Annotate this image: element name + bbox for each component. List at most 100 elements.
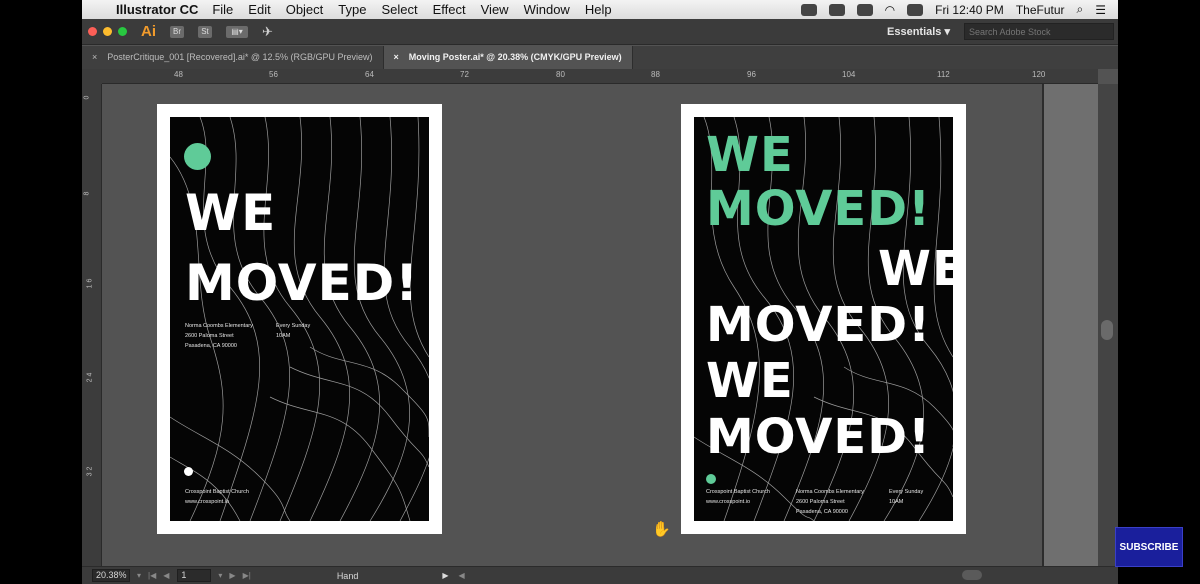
app-name-menu[interactable]: Illustrator CC: [116, 2, 198, 17]
topographic-contours: [170, 117, 429, 521]
subscribe-button[interactable]: SUBSCRIBE: [1115, 527, 1183, 567]
notification-center-icon[interactable]: ☰: [1095, 3, 1106, 17]
menu-file[interactable]: File: [212, 2, 233, 17]
hand-cursor-icon: ✋: [652, 521, 671, 538]
minimize-window-button[interactable]: [103, 27, 112, 36]
wifi-icon[interactable]: ◠: [885, 3, 895, 17]
artboard-right[interactable]: WE MOVED! WE MOVED! WE MOVED! Crosspoint…: [681, 104, 966, 534]
ruler-tick-label: 120: [1032, 70, 1046, 79]
illustrator-logo: Ai: [141, 23, 156, 40]
stock-button[interactable]: St: [198, 25, 212, 38]
info-line: Pasadena, CA 90000: [185, 343, 237, 349]
headline-we: WE: [185, 184, 277, 242]
tab-moving-poster[interactable]: × Moving Poster.ai* @ 20.38% (CMYK/GPU P…: [383, 46, 633, 69]
menu-edit[interactable]: Edit: [248, 2, 270, 17]
battery-icon[interactable]: [907, 3, 924, 16]
menu-extras: ◠ Fri 12:40 PM TheFutur ⌕ ☰: [800, 2, 1118, 17]
airplay-icon[interactable]: [856, 3, 873, 16]
workspace-label: Essentials: [887, 26, 942, 38]
artboard-dropdown-icon[interactable]: ▾: [218, 571, 222, 580]
user-name[interactable]: TheFutur: [1016, 3, 1065, 17]
menu-object[interactable]: Object: [286, 2, 324, 17]
menu-help[interactable]: Help: [585, 2, 612, 17]
spotlight-search-icon[interactable]: ⌕: [1077, 2, 1084, 17]
footer-church: Crosspoint Baptist Church www.crosspoint…: [185, 487, 249, 507]
arrange-documents-button[interactable]: ▤▾: [226, 25, 248, 38]
stock-search-input[interactable]: [964, 23, 1114, 40]
close-window-button[interactable]: [88, 27, 97, 36]
artboard-left[interactable]: WE MOVED! Norma Coombs Elementary 2600 P…: [157, 104, 442, 534]
info-column-location: Norma Coombs Elementary 2600 Paloma Stre…: [185, 321, 253, 351]
bridge-button[interactable]: Br: [170, 25, 184, 38]
menu-effect[interactable]: Effect: [433, 2, 466, 17]
status-menu-icon[interactable]: ▶: [442, 571, 448, 580]
footer-line: www.crosspoint.io: [706, 499, 751, 505]
creative-cloud-icon[interactable]: [800, 3, 817, 16]
ruler-origin[interactable]: [82, 69, 102, 84]
close-tab-icon[interactable]: ×: [394, 46, 399, 69]
pasteboard-edge: [1042, 84, 1098, 566]
ruler-tick-label: 72: [460, 70, 469, 79]
info-column-time: Every Sunday 10AM: [276, 321, 310, 341]
footer-line: Norma Coombs Elementary: [796, 489, 864, 495]
zoom-field[interactable]: 20.38%: [92, 569, 130, 582]
current-tool-label: Hand: [336, 570, 359, 581]
gpu-performance-icon[interactable]: ✈: [262, 24, 273, 40]
footer-time: Every Sunday 10AM: [889, 487, 923, 507]
zoom-window-button[interactable]: [118, 27, 127, 36]
green-dot: [184, 143, 211, 170]
ruler-tick-label: 3 2: [86, 466, 94, 477]
headline-moved: MOVED!: [185, 254, 420, 312]
footer-line: Every Sunday: [889, 489, 924, 495]
ruler-tick-label: 88: [651, 70, 660, 79]
application-bar: Ai Br St ▤▾ ✈ Essentials ▾: [82, 19, 1118, 45]
last-artboard-icon[interactable]: ▶|: [243, 571, 251, 580]
footer-church: Crosspoint Baptist Church www.crosspoint…: [706, 487, 770, 507]
close-tab-icon[interactable]: ×: [92, 46, 97, 69]
horizontal-scroll-thumb[interactable]: [962, 570, 982, 580]
ruler-tick-label: 56: [269, 70, 278, 79]
white-headline-moved-2: MOVED!: [706, 409, 931, 465]
poster-right: WE MOVED! WE MOVED! WE MOVED! Crosspoint…: [694, 117, 953, 521]
info-line: Norma Coombs Elementary: [185, 323, 253, 329]
footer-line: Pasadena, CA 90000: [796, 509, 848, 515]
ruler-tick-label: 112: [937, 70, 950, 79]
tab-postercritique[interactable]: × PosterCritique_001 [Recovered].ai* @ 1…: [82, 46, 384, 69]
green-headline-we: WE: [706, 127, 794, 183]
first-artboard-icon[interactable]: |◀: [148, 571, 156, 580]
ruler-tick-label: 80: [556, 70, 565, 79]
menu-type[interactable]: Type: [338, 2, 366, 17]
menu-select[interactable]: Select: [381, 2, 417, 17]
menu-view[interactable]: View: [481, 2, 509, 17]
footer-line: 2600 Paloma Street: [796, 499, 845, 505]
info-line: Every Sunday: [276, 323, 311, 329]
tab-label: PosterCritique_001 [Recovered].ai* @ 12.…: [107, 52, 373, 62]
scroll-left-icon[interactable]: ◀: [458, 571, 464, 580]
clock[interactable]: Fri 12:40 PM: [935, 3, 1004, 17]
menu-window[interactable]: Window: [524, 2, 570, 17]
poster-left: WE MOVED! Norma Coombs Elementary 2600 P…: [170, 117, 429, 521]
offset-headline-we: WE: [878, 241, 953, 297]
ruler-tick-label: 48: [174, 70, 183, 79]
artboard-number-field[interactable]: 1: [177, 569, 212, 582]
footer-line: Crosspoint Baptist Church: [185, 489, 249, 495]
vertical-scroll-thumb[interactable]: [1101, 320, 1113, 340]
info-line: 10AM: [276, 333, 291, 339]
ruler-tick-label: 104: [842, 70, 856, 79]
footer-line: Crosspoint Baptist Church: [706, 489, 770, 495]
tab-label: Moving Poster.ai* @ 20.38% (CMYK/GPU Pre…: [408, 52, 622, 62]
white-dot: [184, 467, 193, 476]
vertical-ruler[interactable]: 0 8 1 6 2 4 3 2: [82, 84, 102, 566]
info-line: 2600 Paloma Street: [185, 333, 234, 339]
horizontal-ruler[interactable]: 48 56 64 72 80 88 96 104 112 120: [102, 69, 1098, 84]
zoom-dropdown-icon[interactable]: ▾: [137, 571, 141, 580]
menu-bar: Illustrator CC File Edit Object Type Sel…: [82, 0, 1118, 19]
screen: Illustrator CC File Edit Object Type Sel…: [82, 0, 1118, 584]
next-artboard-icon[interactable]: ▶: [229, 571, 235, 580]
green-headline-moved: MOVED!: [706, 181, 931, 237]
app-status-icon[interactable]: [828, 3, 845, 16]
workspace-switcher[interactable]: Essentials ▾: [887, 25, 950, 38]
green-dot: [706, 474, 716, 484]
previous-artboard-icon[interactable]: ◀: [163, 571, 169, 580]
ruler-tick-label: 64: [365, 70, 374, 79]
